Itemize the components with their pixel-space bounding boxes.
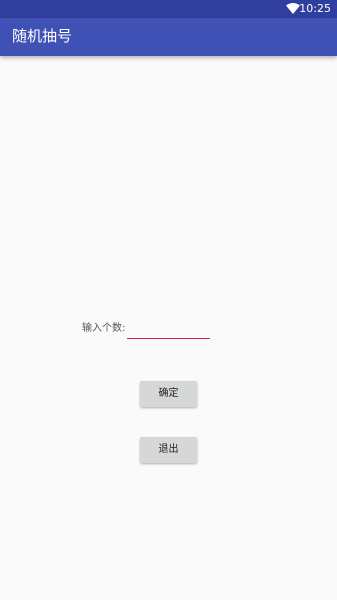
app-title: 随机抽号 [12,27,73,45]
exit-button[interactable]: 退出 [140,437,197,463]
screen: 10:25 随机抽号 输入个数: 确定 退出 [0,0,337,600]
wifi-icon [286,3,300,14]
status-bar: 10:25 [0,0,337,18]
confirm-button[interactable]: 确定 [140,381,197,407]
app-bar: 随机抽号 [0,18,337,56]
count-input[interactable] [127,320,210,339]
status-time: 10:25 [299,2,331,15]
count-input-label: 输入个数: [82,323,126,334]
